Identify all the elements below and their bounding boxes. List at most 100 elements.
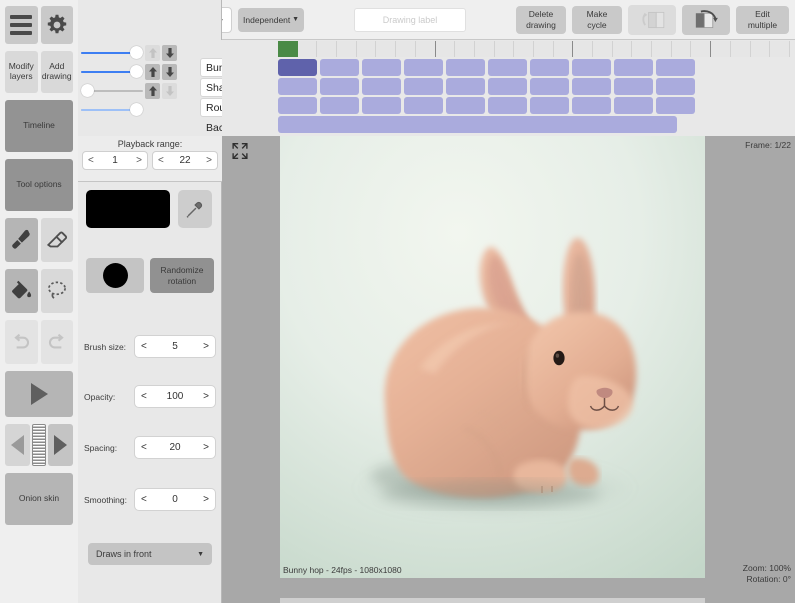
timeline-ruler-tick[interactable] — [730, 41, 751, 57]
timeline-clip[interactable] — [278, 116, 677, 133]
slider-knob[interactable] — [130, 46, 143, 59]
timeline-clip[interactable] — [572, 78, 611, 95]
timeline-clip[interactable] — [404, 78, 443, 95]
playback-start-stepper[interactable]: < 1 > — [82, 151, 148, 170]
timeline-clip[interactable] — [278, 97, 317, 114]
timeline-ruler-tick[interactable] — [435, 41, 456, 57]
move-layer-down-roughs[interactable] — [162, 82, 177, 99]
move-layer-down-bunny[interactable] — [162, 44, 177, 61]
timeline-playhead[interactable] — [278, 41, 298, 57]
spacing-increment[interactable]: > — [203, 442, 209, 453]
timeline-ruler-tick[interactable] — [533, 41, 554, 57]
brush-size-increment[interactable]: > — [203, 341, 209, 352]
opacity-increment[interactable]: > — [203, 391, 209, 402]
timeline-ruler-tick[interactable] — [455, 41, 475, 57]
timeline-clip[interactable] — [572, 97, 611, 114]
timeline-clip[interactable] — [572, 59, 611, 76]
timeline-clip[interactable] — [404, 97, 443, 114]
timeline-clip[interactable] — [446, 97, 485, 114]
timeline-ruler-tick[interactable] — [671, 41, 692, 57]
timeline-ruler-tick[interactable] — [711, 41, 731, 57]
drawing-canvas[interactable]: Bunny hop - 24fps - 1080x1080 — [280, 136, 705, 578]
timeline-panel-button[interactable]: Timeline — [5, 100, 73, 152]
layer-opacity-slider-shadow[interactable] — [81, 62, 143, 81]
edit-multiple-button[interactable]: Edit multiple — [736, 5, 789, 34]
next-frame-button[interactable] — [48, 424, 73, 466]
move-layer-up-roughs[interactable] — [145, 82, 160, 99]
drawing-mode-dropdown[interactable]: Independent ▼ — [238, 7, 304, 32]
timeline-ruler-tick[interactable] — [474, 41, 495, 57]
timeline-clip[interactable] — [614, 78, 653, 95]
redo-button[interactable] — [40, 320, 73, 364]
timeline-ruler-tick[interactable] — [573, 41, 593, 57]
timeline-clip[interactable] — [530, 59, 569, 76]
timeline-clip[interactable] — [446, 59, 485, 76]
timeline-clip[interactable] — [320, 59, 359, 76]
timeline-ruler-tick[interactable] — [415, 41, 436, 57]
eyedropper-button[interactable] — [178, 190, 212, 228]
layer-opacity-slider-background[interactable] — [81, 100, 143, 119]
playback-start-increment[interactable]: > — [136, 155, 142, 166]
undo-button[interactable] — [5, 320, 38, 364]
timeline-ruler-tick[interactable] — [396, 41, 416, 57]
menu-button[interactable] — [5, 6, 38, 44]
timeline-clip[interactable] — [362, 78, 401, 95]
timeline-ruler-tick[interactable] — [750, 41, 771, 57]
previous-frame-button[interactable] — [5, 424, 30, 466]
paint-bucket-tool-button[interactable] — [5, 269, 38, 313]
playback-end-stepper[interactable]: < 22 > — [152, 151, 218, 170]
playback-end-increment[interactable]: > — [206, 155, 212, 166]
timeline-clip[interactable] — [488, 78, 527, 95]
timeline-ruler-tick[interactable] — [337, 41, 357, 57]
timeline-ruler-tick[interactable] — [514, 41, 534, 57]
timeline-ruler-tick[interactable] — [297, 41, 318, 57]
timeline-ruler-tick[interactable] — [632, 41, 653, 57]
timeline-ruler-tick[interactable] — [494, 41, 515, 57]
move-layer-down-shadow[interactable] — [162, 63, 177, 80]
eraser-tool-button[interactable] — [40, 218, 73, 262]
timeline-clip[interactable] — [656, 59, 695, 76]
timeline-clip[interactable] — [362, 59, 401, 76]
timeline-ruler-tick[interactable] — [553, 41, 574, 57]
slider-knob[interactable] — [130, 65, 143, 78]
randomize-rotation-button[interactable]: Randomize rotation — [150, 258, 214, 293]
timeline-clip[interactable] — [404, 59, 443, 76]
modify-layers-button[interactable]: Modify layers — [5, 51, 38, 93]
timeline-ruler-tick[interactable] — [376, 41, 397, 57]
flip-forward-button[interactable] — [682, 4, 730, 35]
timeline-clip[interactable] — [530, 78, 569, 95]
drawing-label-input[interactable]: Drawing label — [354, 7, 466, 32]
tool-options-panel-button[interactable]: Tool options — [5, 159, 73, 211]
spacing-stepper[interactable]: < 20 > — [134, 436, 216, 459]
add-drawing-button[interactable]: Add drawing — [40, 51, 73, 93]
timeline-ruler-tick[interactable] — [691, 41, 712, 57]
slider-knob[interactable] — [81, 84, 94, 97]
move-layer-up-bunny[interactable] — [145, 44, 160, 61]
timeline-clip-selected[interactable] — [278, 59, 317, 76]
timeline-clip[interactable] — [362, 97, 401, 114]
delete-drawing-button[interactable]: Delete drawing — [516, 5, 566, 34]
smoothing-stepper[interactable]: < 0 > — [134, 488, 216, 511]
slider-knob[interactable] — [130, 103, 143, 116]
canvas-horizontal-scrollbar[interactable] — [280, 598, 705, 603]
timeline-ruler-tick[interactable] — [593, 41, 613, 57]
opacity-stepper[interactable]: < 100 > — [134, 385, 216, 408]
timeline-ruler-tick[interactable] — [317, 41, 338, 57]
draw-order-dropdown[interactable]: Draws in front ▼ — [88, 543, 212, 565]
lasso-select-tool-button[interactable] — [40, 269, 73, 313]
layer-opacity-slider-roughs[interactable] — [81, 81, 143, 100]
timeline-clip[interactable] — [320, 97, 359, 114]
brush-shape-button[interactable] — [86, 258, 144, 293]
play-button[interactable] — [5, 371, 73, 417]
timeline-clip[interactable] — [656, 97, 695, 114]
brush-size-stepper[interactable]: < 5 > — [134, 335, 216, 358]
layer-opacity-slider-bunny[interactable] — [81, 43, 143, 62]
timeline-ruler-tick[interactable] — [652, 41, 672, 57]
timeline-ruler-tick[interactable] — [612, 41, 633, 57]
timeline-clip[interactable] — [446, 78, 485, 95]
settings-button[interactable] — [40, 6, 73, 44]
smoothing-increment[interactable]: > — [203, 494, 209, 505]
brush-tool-button[interactable] — [5, 218, 38, 262]
fit-to-screen-button[interactable] — [226, 138, 254, 164]
timeline-clip[interactable] — [614, 97, 653, 114]
